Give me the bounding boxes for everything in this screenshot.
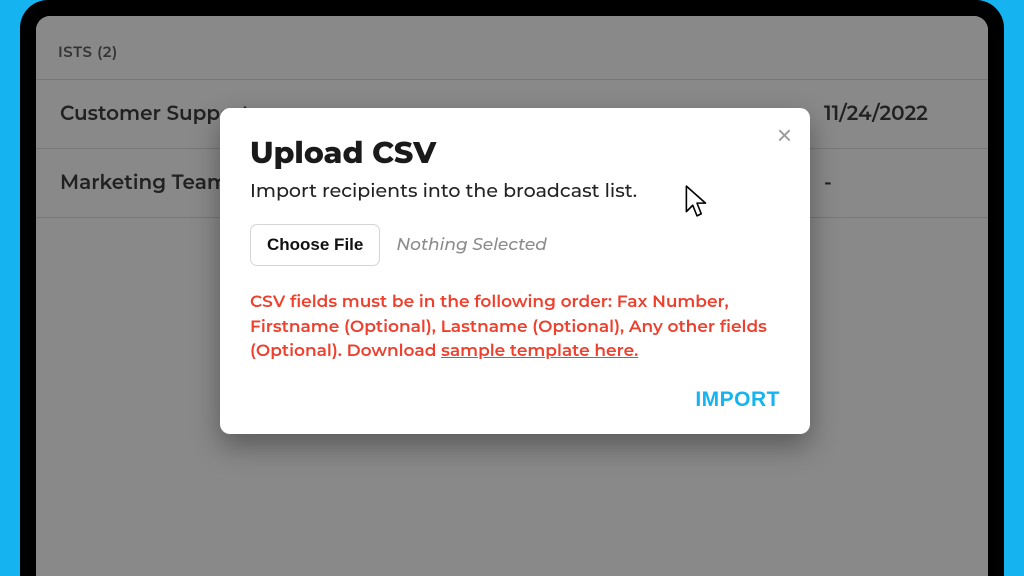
modal-title: Upload CSV [250, 134, 780, 171]
import-button[interactable]: IMPORT [695, 388, 780, 412]
screen: ISTS (2) Customer Support 11/24/2022 Mar… [36, 16, 988, 576]
csv-instructions: CSV fields must be in the following orde… [250, 290, 780, 364]
close-icon: × [777, 120, 792, 150]
upload-csv-modal: × Upload CSV Import recipients into the … [220, 108, 810, 434]
cursor-icon [684, 184, 710, 218]
close-button[interactable]: × [777, 122, 792, 148]
file-picker: Choose File Nothing Selected [250, 224, 780, 266]
sample-template-link[interactable]: sample template here. [441, 341, 638, 361]
file-status: Nothing Selected [396, 235, 547, 255]
modal-footer: IMPORT [250, 388, 780, 412]
choose-file-button[interactable]: Choose File [250, 224, 380, 266]
device-frame: ISTS (2) Customer Support 11/24/2022 Mar… [20, 0, 1004, 576]
